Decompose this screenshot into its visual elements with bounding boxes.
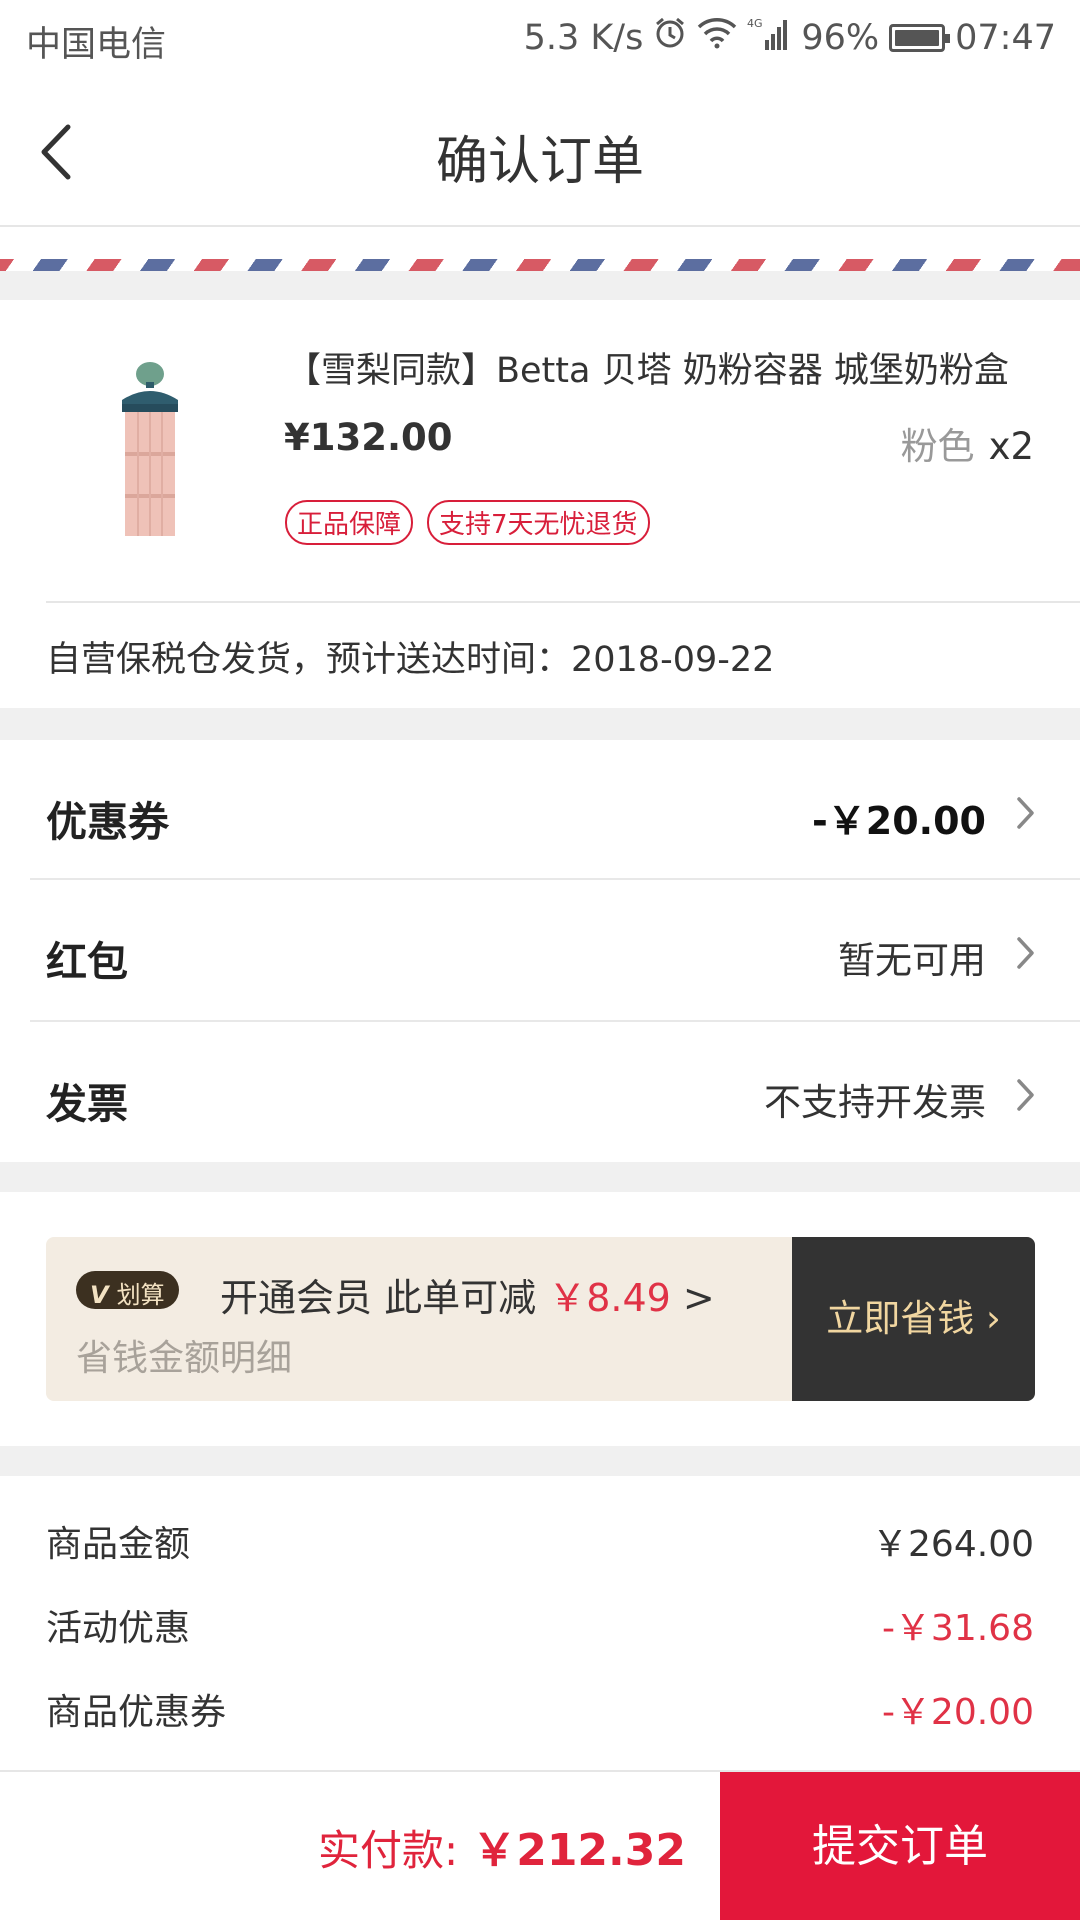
red-packet-value: 暂无可用 bbox=[838, 939, 986, 982]
shipping-info: 自营保税仓发货，预计送达时间：2018-09-22 bbox=[46, 640, 775, 680]
vip-badge-text: 划算 bbox=[116, 1281, 165, 1309]
coupon-label: 优惠券 bbox=[46, 798, 169, 846]
red-packet-row[interactable]: 红包 暂无可用 bbox=[0, 880, 1080, 1022]
product-title[interactable]: 【雪梨同款】Betta 贝塔 奶粉容器 城堡奶粉盒 bbox=[286, 342, 1009, 393]
product-spec: 粉色 x2 bbox=[901, 416, 1034, 470]
total-payment: 实付款: ￥212.32 bbox=[318, 1814, 686, 1878]
product-card[interactable]: 【雪梨同款】Betta 贝塔 奶粉容器 城堡奶粉盒 ¥132.00 粉色 x2 正… bbox=[0, 300, 1080, 600]
product-quantity: x2 bbox=[988, 425, 1034, 468]
tag-genuine: 正品保障 bbox=[285, 500, 414, 545]
summary-value: ￥264.00 bbox=[872, 1524, 1034, 1565]
save-money-label: 立即省钱 bbox=[826, 1297, 975, 1340]
alarm-icon bbox=[653, 16, 687, 59]
section-gap bbox=[0, 1446, 1080, 1476]
battery-percent: 96% bbox=[801, 17, 880, 58]
battery-icon bbox=[889, 23, 951, 52]
red-packet-label: 红包 bbox=[46, 938, 128, 986]
nav-bar: 确认订单 bbox=[0, 75, 1080, 227]
section-gap bbox=[0, 708, 1080, 740]
chevron-right-icon bbox=[1017, 1079, 1034, 1111]
summary-row-goods-amount: 商品金额 ￥264.00 bbox=[46, 1515, 1034, 1565]
vip-banner[interactable]: V 划算 开通会员 此单可减 ￥8.49 > 省钱金额明细 立即省钱 › bbox=[46, 1237, 1035, 1401]
total-payment-label: 实付款: bbox=[318, 1826, 459, 1875]
coupon-value: -￥20.00 bbox=[812, 799, 986, 843]
summary-label: 商品金额 bbox=[46, 1524, 191, 1565]
checkout-footer: 实付款: ￥212.32 提交订单 bbox=[0, 1770, 1080, 1920]
invoice-value: 不支持开发票 bbox=[764, 1081, 986, 1124]
section-gap bbox=[0, 271, 1080, 300]
product-price: ¥132.00 bbox=[284, 416, 453, 459]
summary-row-coupon: 商品优惠券 -￥20.00 bbox=[46, 1683, 1034, 1733]
clock: 07:47 bbox=[955, 17, 1056, 58]
vip-offer-label: 开通会员 此单可减 bbox=[220, 1276, 537, 1320]
vip-badge: V 划算 bbox=[76, 1271, 179, 1309]
vip-saving-details-link[interactable]: 省钱金额明细 bbox=[76, 1329, 292, 1381]
product-tags: 正品保障 支持7天无忧退货 bbox=[285, 500, 664, 545]
tag-return-policy: 支持7天无忧退货 bbox=[427, 500, 650, 545]
summary-label: 活动优惠 bbox=[46, 1608, 191, 1649]
signal-icon: 4G bbox=[747, 16, 791, 59]
wifi-icon bbox=[697, 17, 737, 58]
airmail-stripe-divider bbox=[0, 259, 1080, 271]
save-money-button[interactable]: 立即省钱 › bbox=[792, 1237, 1035, 1401]
coupon-row[interactable]: 优惠券 -￥20.00 bbox=[0, 740, 1080, 882]
chevron-right-icon bbox=[1017, 797, 1034, 829]
status-icons: 5.3 K/s 4G 96% 07:47 bbox=[514, 16, 1056, 59]
chevron-right-icon bbox=[1017, 937, 1034, 969]
product-image[interactable] bbox=[100, 360, 200, 540]
summary-label: 商品优惠券 bbox=[46, 1692, 227, 1733]
vip-arrow: > bbox=[682, 1276, 715, 1320]
vip-saving-amount: ￥8.49 bbox=[548, 1276, 671, 1320]
summary-value: -￥20.00 bbox=[881, 1692, 1034, 1733]
section-gap bbox=[0, 1162, 1080, 1192]
total-payment-amount: ￥212.32 bbox=[472, 1825, 686, 1876]
summary-value: -￥31.68 bbox=[881, 1608, 1034, 1649]
vip-offer-text: 开通会员 此单可减 ￥8.49 > bbox=[220, 1267, 715, 1322]
product-color: 粉色 bbox=[900, 425, 975, 468]
network-type: 4G bbox=[747, 17, 763, 30]
invoice-row[interactable]: 发票 不支持开发票 bbox=[0, 1022, 1080, 1164]
save-money-arrow: › bbox=[985, 1297, 1001, 1340]
submit-order-button[interactable]: 提交订单 bbox=[720, 1772, 1080, 1920]
status-bar: 中国电信 5.3 K/s 4G 96% 07:47 bbox=[0, 0, 1080, 75]
summary-row-promotion: 活动优惠 -￥31.68 bbox=[46, 1599, 1034, 1649]
invoice-label: 发票 bbox=[46, 1080, 128, 1128]
vip-badge-mark: V bbox=[90, 1281, 109, 1309]
carrier-name: 中国电信 bbox=[26, 25, 167, 65]
page-title: 确认订单 bbox=[435, 132, 644, 192]
network-speed: 5.3 K/s bbox=[523, 17, 644, 58]
